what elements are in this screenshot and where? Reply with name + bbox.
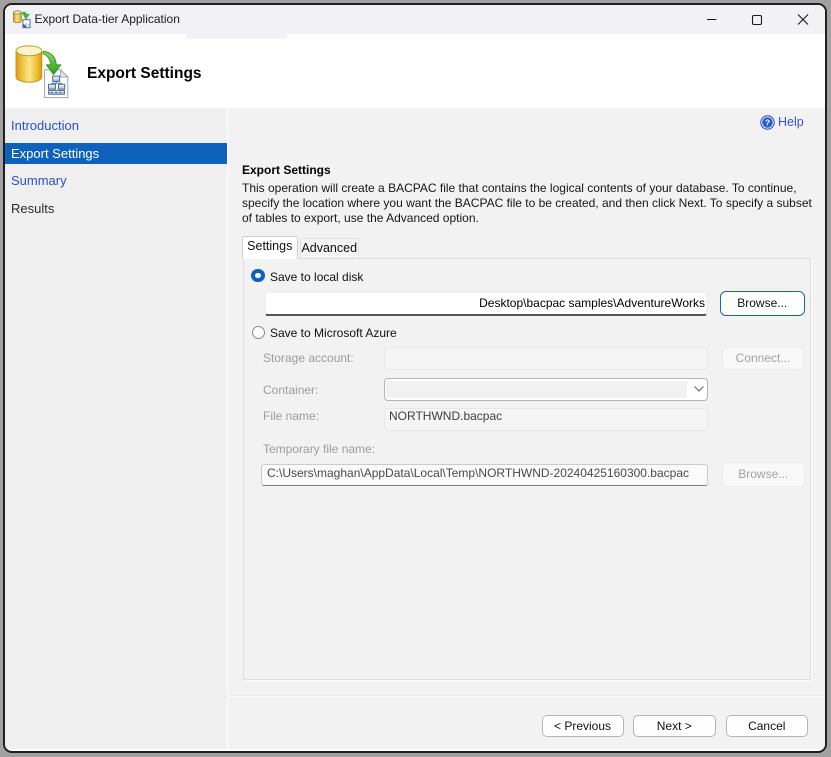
svg-text:?: ? bbox=[764, 118, 769, 127]
